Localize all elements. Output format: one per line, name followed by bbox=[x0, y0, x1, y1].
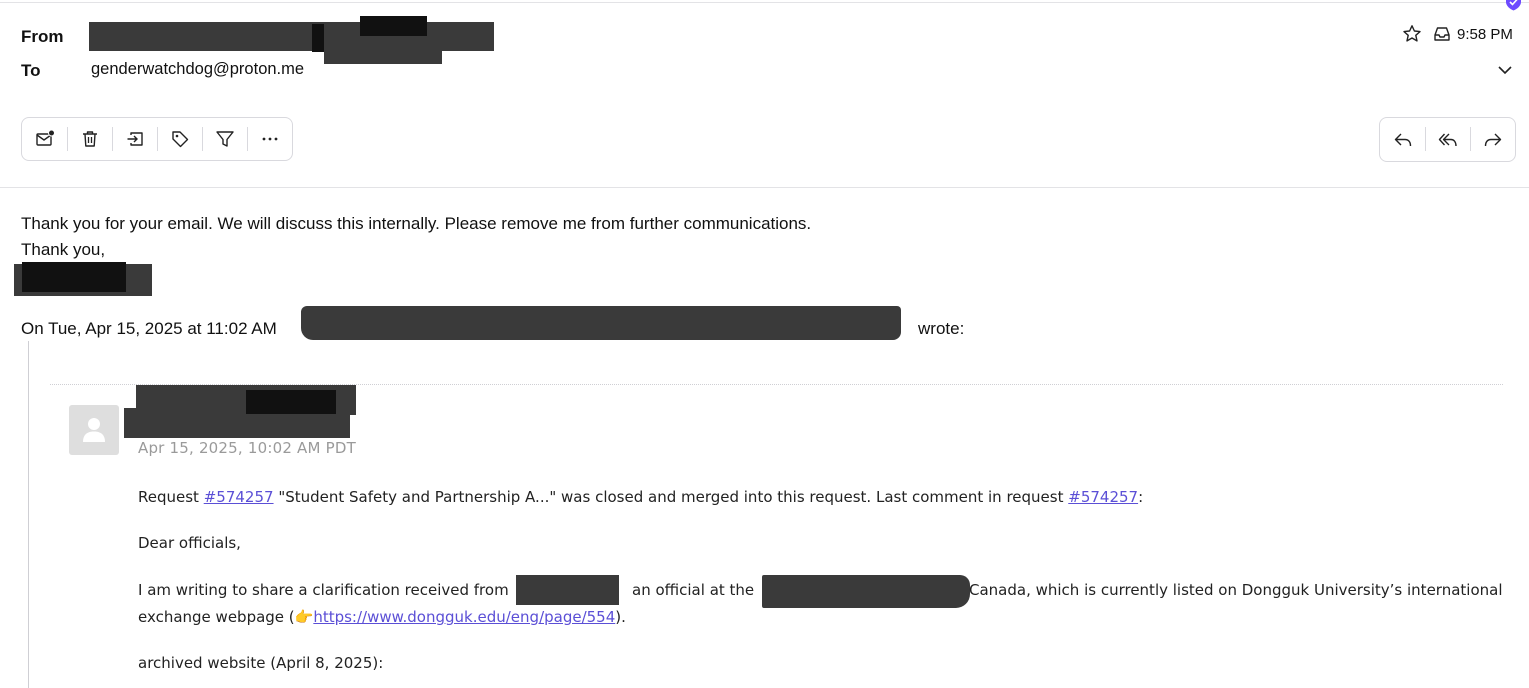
dongguk-link[interactable]: https://www.dongguk.edu/eng/page/554 bbox=[313, 608, 615, 626]
forward-button[interactable] bbox=[1470, 118, 1515, 161]
move-to-folder-icon bbox=[127, 132, 143, 146]
filter-button[interactable] bbox=[202, 118, 247, 160]
mail-unread-icon bbox=[35, 129, 55, 146]
chevron-down-icon[interactable] bbox=[1496, 61, 1514, 79]
recipient-address[interactable]: genderwatchdog@proton.me bbox=[91, 60, 304, 79]
institution-redaction bbox=[762, 575, 970, 608]
reply-all-button[interactable] bbox=[1425, 118, 1470, 161]
top-border bbox=[0, 2, 1529, 3]
quote-intro: On Tue, Apr 15, 2025 at 11:02 AM bbox=[21, 319, 277, 338]
avatar bbox=[69, 405, 119, 455]
move-button[interactable] bbox=[112, 118, 157, 160]
quoted-date: Apr 15, 2025, 10:02 AM PDT bbox=[138, 439, 356, 457]
redaction-mark bbox=[246, 390, 336, 414]
paragraph-text-e: ). bbox=[615, 608, 626, 626]
more-button[interactable] bbox=[247, 118, 292, 160]
to-label: To bbox=[21, 61, 41, 80]
salutation: Dear officials, bbox=[138, 534, 241, 552]
request-suffix: : bbox=[1138, 488, 1144, 506]
forward-icon bbox=[1484, 133, 1501, 146]
merged-request-line: Request #574257 "Student Safety and Part… bbox=[138, 484, 1143, 511]
body-line-2: Thank you, bbox=[21, 240, 106, 259]
mark-unread-button[interactable] bbox=[22, 118, 67, 160]
redaction-mark bbox=[324, 36, 442, 64]
label-button[interactable] bbox=[157, 118, 202, 160]
paragraph-text-b: an official at the bbox=[632, 581, 755, 599]
paragraph-line-1: I am writing to share a clarification re… bbox=[138, 577, 509, 604]
message-time: 9:58 PM bbox=[1457, 26, 1513, 43]
request-link-2[interactable]: #574257 bbox=[1068, 488, 1138, 506]
paragraph-text-a: I am writing to share a clarification re… bbox=[138, 581, 509, 599]
official-name-redaction bbox=[516, 575, 619, 605]
paragraph-text-d: exchange webpage (👉 bbox=[138, 608, 314, 626]
paragraph-line-2: exchange webpage (👉https://www.dongguk.e… bbox=[138, 604, 626, 631]
request-prefix: Request bbox=[138, 488, 204, 506]
star-icon[interactable] bbox=[1402, 24, 1422, 44]
shield-check-icon[interactable] bbox=[1505, 0, 1522, 11]
request-link[interactable]: #574257 bbox=[204, 488, 274, 506]
from-label: From bbox=[21, 27, 64, 46]
quoted-sender-redaction bbox=[301, 306, 901, 340]
user-icon bbox=[83, 418, 105, 442]
inbox-icon bbox=[1434, 27, 1450, 41]
body-line-1: Thank you for your email. We will discus… bbox=[21, 214, 812, 233]
delete-button[interactable] bbox=[67, 118, 112, 160]
redaction-mark bbox=[312, 24, 324, 52]
filter-icon bbox=[215, 131, 234, 147]
paragraph-text-c: Canada, which is currently listed on Don… bbox=[969, 581, 1503, 599]
archived-line: archived website (April 8, 2025): bbox=[138, 654, 384, 672]
quote-wrote: wrote: bbox=[918, 319, 965, 338]
header-divider bbox=[0, 187, 1529, 188]
reply-button[interactable] bbox=[1380, 118, 1425, 161]
redaction-mark bbox=[22, 262, 126, 292]
request-middle: "Student Safety and Partnership A..." wa… bbox=[273, 488, 1069, 506]
ellipsis-icon bbox=[262, 137, 277, 141]
tag-icon bbox=[171, 131, 188, 148]
trash-icon bbox=[82, 131, 97, 147]
reply-all-icon bbox=[1438, 133, 1457, 146]
quote-bar bbox=[28, 341, 29, 688]
reply-actions-toolbar bbox=[1379, 117, 1516, 162]
reply-icon bbox=[1394, 133, 1411, 146]
message-actions-toolbar bbox=[21, 117, 293, 161]
